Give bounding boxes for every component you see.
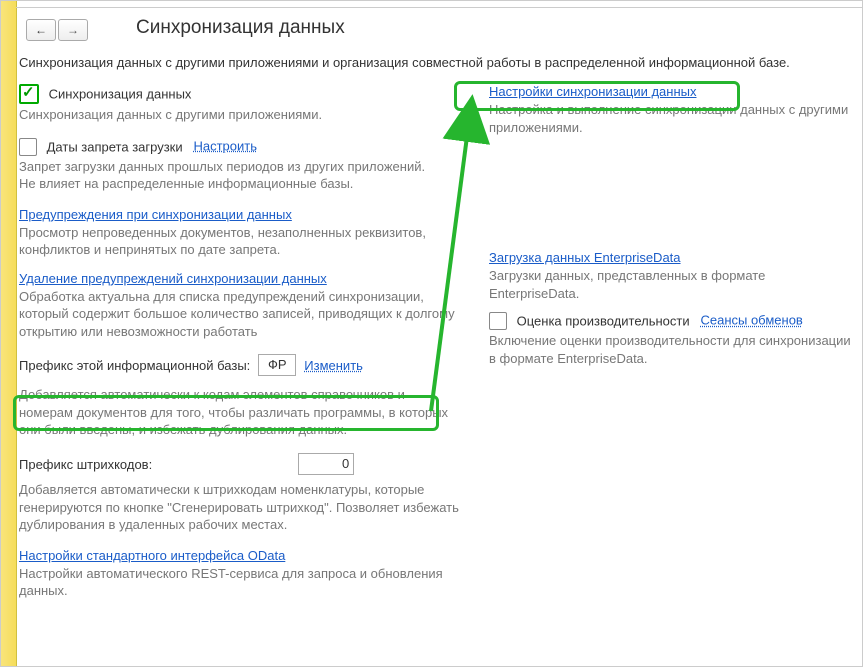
barcode-row: Префикс штрихкодов: 0	[19, 453, 459, 475]
warnings-desc: Просмотр непроведенных документов, незап…	[19, 224, 459, 259]
barcode-desc: Добавляется автоматически к штрихкодам н…	[19, 481, 459, 534]
prefix-change-link[interactable]: Изменить	[304, 358, 363, 373]
barcode-label: Префикс штрихкодов:	[19, 457, 152, 472]
prefix-row: Префикс этой информационной базы: ФР Изм…	[19, 354, 459, 376]
sync-row: Синхронизация данных	[19, 84, 459, 104]
load-ed-desc: Загрузки данных, представленных в формат…	[489, 267, 852, 302]
delete-warnings-link[interactable]: Удаление предупреждений синхронизации да…	[19, 271, 327, 286]
intro-text: Синхронизация данных с другими приложени…	[19, 55, 852, 70]
dates-checkbox[interactable]	[19, 138, 37, 156]
odata-desc: Настройки автоматического REST-сервиса д…	[19, 565, 459, 600]
warnings-link[interactable]: Предупреждения при синхронизации данных	[19, 207, 292, 222]
nav-buttons: ←→	[26, 19, 90, 41]
perf-sessions-link[interactable]: Сеансы обменов	[700, 313, 802, 328]
barcode-value[interactable]: 0	[298, 453, 354, 475]
prefix-desc: Добавляется автоматически к кодам элемен…	[19, 386, 459, 439]
sync-desc: Синхронизация данных с другими приложени…	[19, 106, 459, 124]
page-title: Синхронизация данных	[136, 17, 345, 39]
load-ed-link[interactable]: Загрузка данных EnterpriseData	[489, 250, 681, 265]
sync-checkbox[interactable]	[19, 84, 39, 104]
prefix-label: Префикс этой информационной базы:	[19, 358, 250, 373]
sync-label: Синхронизация данных	[49, 87, 192, 102]
perf-desc: Включение оценки производительности для …	[489, 332, 852, 367]
back-button[interactable]: ←	[26, 19, 56, 41]
dates-row: Даты запрета загрузки Настроить	[19, 138, 459, 156]
perf-row: Оценка производительности Сеансы обменов	[489, 312, 852, 330]
dates-label: Даты запрета загрузки	[47, 139, 183, 154]
dates-configure-link[interactable]: Настроить	[193, 138, 257, 153]
dates-desc: Запрет загрузки данных прошлых периодов …	[19, 158, 459, 193]
perf-label: Оценка производительности	[517, 314, 690, 329]
sync-settings-desc: Настройка и выполнение синхронизации дан…	[489, 101, 852, 136]
delete-warnings-desc: Обработка актуальна для списка предупреж…	[19, 288, 459, 341]
prefix-value[interactable]: ФР	[258, 354, 296, 376]
perf-checkbox[interactable]	[489, 312, 507, 330]
yellow-sidebar	[1, 1, 17, 667]
tabstrip	[16, 1, 862, 8]
forward-button[interactable]: →	[58, 19, 88, 41]
sync-settings-link[interactable]: Настройки синхронизации данных	[489, 84, 697, 99]
odata-link[interactable]: Настройки стандартного интерфейса OData	[19, 548, 285, 563]
